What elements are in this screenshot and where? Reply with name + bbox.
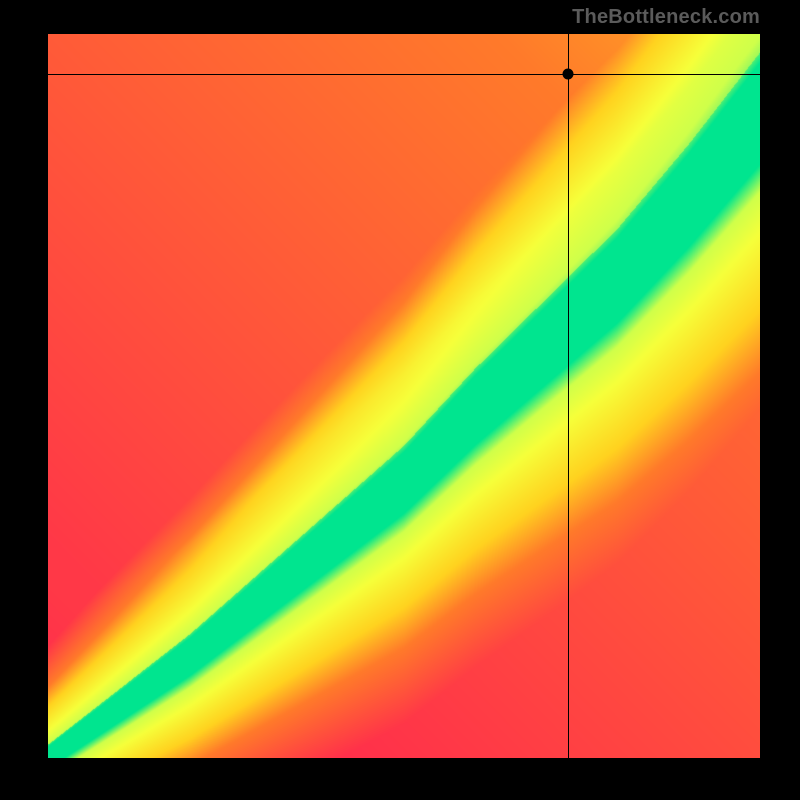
crosshair-horizontal	[48, 74, 760, 75]
bottleneck-heatmap	[48, 34, 760, 758]
crosshair-vertical	[568, 34, 569, 758]
attribution-label: TheBottleneck.com	[572, 6, 760, 29]
data-point-marker	[562, 68, 573, 79]
chart-frame: TheBottleneck.com	[0, 0, 800, 800]
heatmap-plot-area	[48, 34, 760, 758]
